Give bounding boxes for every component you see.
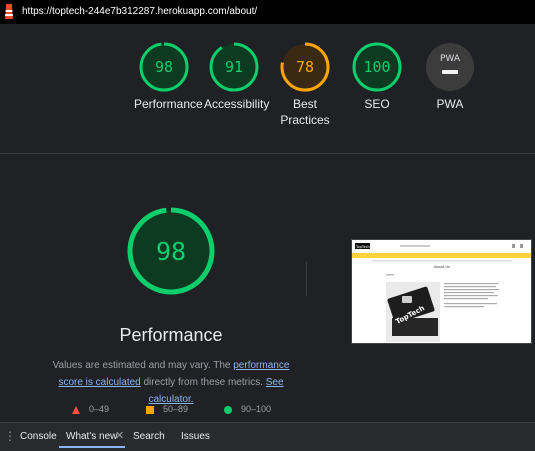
legend-range: 0–49 (89, 404, 110, 414)
gauge-label: Best Practices (275, 96, 335, 128)
tab-console[interactable]: Console (20, 431, 57, 442)
circle-icon (224, 405, 232, 414)
gauge-label: SEO (364, 97, 390, 111)
performance-title: Performance (119, 325, 223, 345)
legend-range: 50–89 (163, 404, 189, 414)
gauge-score: 78 (295, 58, 315, 76)
devtools-drawer-tabs: ⋮ Console What's new ✕ Search Issues (0, 422, 535, 451)
gauge-label: PWA (436, 97, 464, 111)
tab-issues[interactable]: Issues (181, 431, 210, 442)
triangle-icon (72, 405, 80, 414)
gauge-accessibility[interactable]: 91 Accessibility (204, 42, 270, 112)
legend-fail: 0–49 (72, 404, 109, 414)
score-note: Values are estimated and may vary. The p… (46, 357, 296, 408)
gauge-best-practices[interactable]: 78 Best Practices (275, 42, 335, 128)
gauge-performance[interactable]: 98 Performance (134, 42, 203, 112)
legend-range: 90–100 (241, 404, 272, 414)
vertical-divider (306, 262, 307, 296)
gauge-score: 98 (154, 58, 174, 76)
svg-text:About Us: About Us (434, 265, 450, 269)
note-text-1: Values are estimated and may vary. The (52, 360, 234, 371)
svg-text:TopTech: TopTech (355, 245, 370, 249)
legend-pass: 90–100 (224, 404, 271, 414)
gauge-score: 100 (363, 58, 391, 76)
more-options-icon[interactable]: ⋮ (4, 429, 16, 443)
tab-search[interactable]: Search (133, 431, 165, 442)
note-text-2: directly from these metrics. (140, 377, 266, 388)
gauge-label-text: Best Practices (280, 97, 330, 127)
pwa-badge-text: PWA (440, 54, 461, 64)
page-screenshot-thumbnail[interactable]: TopTech About Us TopTech (351, 239, 532, 344)
gauge-label: Accessibility (204, 97, 270, 111)
close-icon[interactable]: ✕ (115, 429, 124, 442)
gauge-label: Performance (134, 97, 203, 111)
gauge-seo[interactable]: 100 SEO (347, 42, 407, 112)
gauge-score: 91 (224, 58, 244, 76)
gauge-pwa[interactable]: PWA PWA (420, 42, 480, 112)
tab-whats-new[interactable]: What's new (66, 431, 117, 442)
page-url[interactable]: https://toptech-244e7b312287.herokuapp.c… (22, 6, 257, 17)
legend-average: 50–89 (146, 404, 188, 414)
section-divider (0, 153, 535, 154)
screenshot-image: TopTech About Us TopTech (352, 240, 531, 342)
performance-score: 98 (155, 237, 187, 266)
address-bar: https://toptech-244e7b312287.herokuapp.c… (0, 0, 535, 24)
lighthouse-icon (5, 4, 13, 19)
square-icon (146, 405, 154, 414)
active-tab-indicator (59, 446, 125, 448)
pwa-badge-icon: PWA (426, 43, 474, 91)
